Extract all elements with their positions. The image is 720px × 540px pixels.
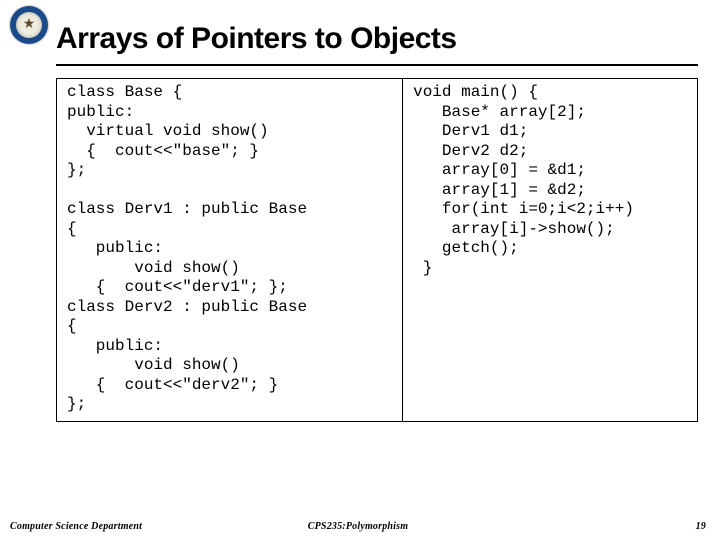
slide-footer: Computer Science Department CPS235:Polym… bbox=[10, 521, 706, 532]
title-rule bbox=[56, 64, 698, 66]
code-box: class Base { public: virtual void show()… bbox=[56, 78, 698, 422]
footer-department: Computer Science Department bbox=[10, 521, 142, 532]
footer-page-number: 19 bbox=[696, 521, 706, 532]
code-right-column: void main() { Base* array[2]; Derv1 d1; … bbox=[403, 79, 697, 421]
slide-title: Arrays of Pointers to Objects bbox=[56, 22, 457, 56]
code-left-column: class Base { public: virtual void show()… bbox=[57, 79, 403, 421]
code-columns: class Base { public: virtual void show()… bbox=[57, 79, 697, 421]
institution-logo bbox=[10, 6, 48, 44]
footer-course: CPS235:Polymorphism bbox=[308, 521, 408, 532]
